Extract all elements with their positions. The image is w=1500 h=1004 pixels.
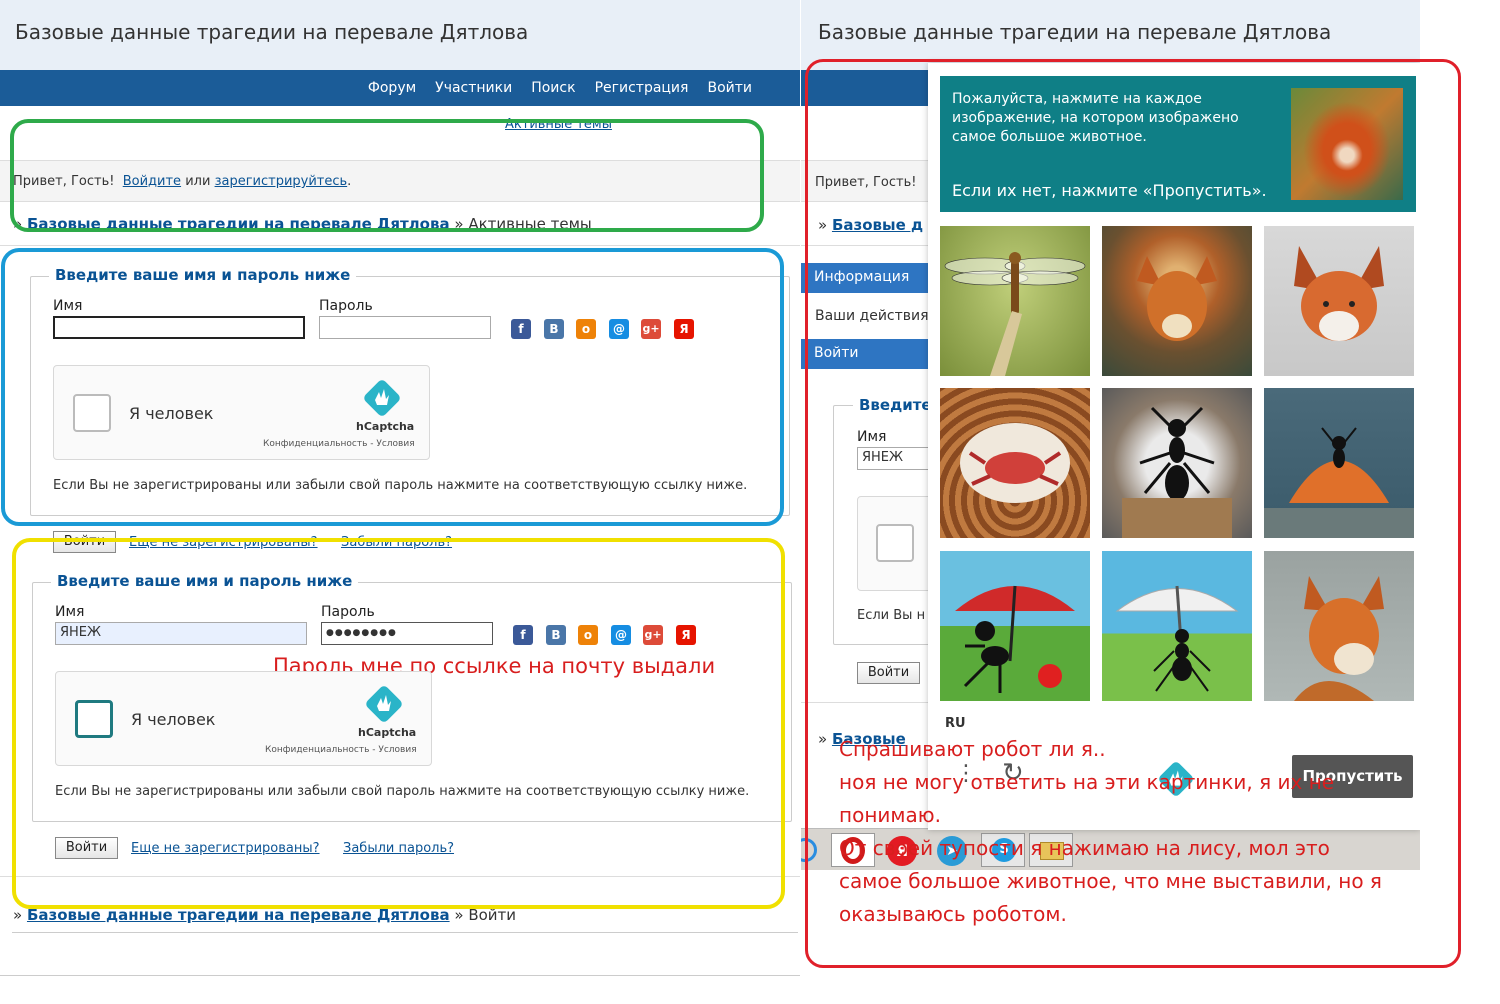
red-highlight-box [805, 59, 1461, 968]
breadcrumb-sep: » [13, 906, 23, 924]
green-highlight-box [10, 119, 764, 232]
forum-header: Базовые данные трагедии на перевале Дятл… [0, 0, 800, 70]
left-forum-panel: Базовые данные трагедии на перевале Дятл… [0, 0, 800, 1004]
site-title: Базовые данные трагедии на перевале Дятл… [818, 20, 1332, 44]
site-title: Базовые данные трагедии на перевале Дятл… [15, 20, 529, 44]
nav-members[interactable]: Участники [435, 80, 512, 96]
nav-register[interactable]: Регистрация [595, 80, 689, 96]
nav-bar: Форум Участники Поиск Регистрация Войти [0, 70, 800, 106]
divider [12, 932, 798, 933]
blue-highlight-box [1, 248, 784, 526]
nav-search[interactable]: Поиск [531, 80, 575, 96]
nav-login[interactable]: Войти [707, 80, 752, 96]
divider [0, 245, 800, 246]
yellow-highlight-box [12, 538, 785, 909]
divider [0, 975, 800, 976]
nav-forum[interactable]: Форум [368, 80, 416, 96]
